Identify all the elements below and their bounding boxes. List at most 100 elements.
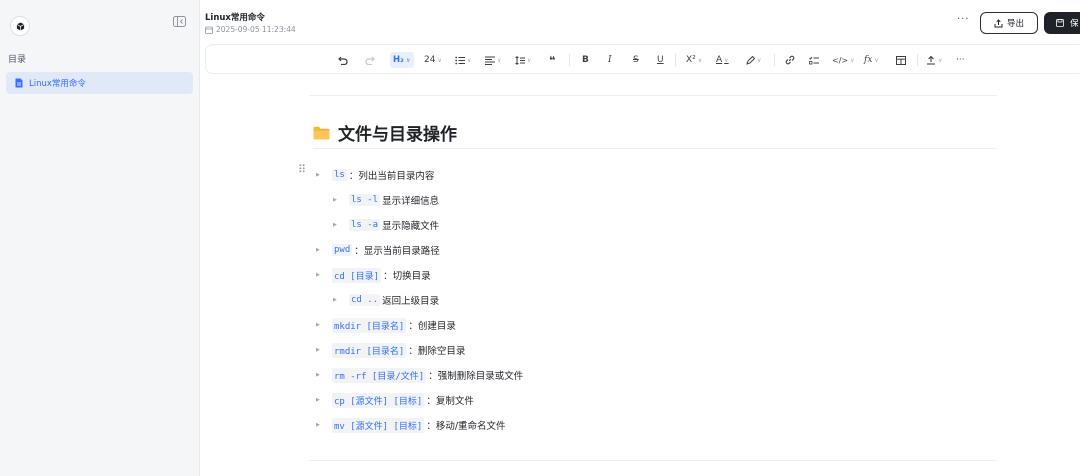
save-label: 保 [1070, 19, 1079, 29]
more-options-button[interactable]: ··· [957, 14, 970, 25]
collapse-sidebar-icon[interactable] [172, 15, 187, 28]
heading-underline [313, 148, 997, 149]
inline-code: ls [332, 169, 347, 181]
list-item-text: ：创建目录 [408, 321, 456, 332]
list-item-text: 返回上级目录 [382, 296, 440, 307]
list-item-text: ：显示当前目录路径 [354, 246, 440, 257]
line-height-icon [515, 55, 525, 65]
chevron-down-icon: ∨ [405, 56, 411, 64]
list-item: ▶ mkdir [目录名] ：创建目录 [316, 317, 456, 333]
list-item: ▶ rm -rf [目录/文件] ：强制删除目录或文件 [316, 367, 523, 383]
sidebar-item-linux-commands[interactable]: Linux常用命令 [6, 72, 193, 94]
list-item: ▶ mv [源文件] [目标] ：移动/重命名文件 [316, 417, 506, 433]
chevron-down-icon: ∨ [938, 56, 943, 64]
bullet-triangle-icon[interactable]: ▶ [316, 247, 332, 253]
bullet-triangle-icon[interactable]: ▶ [316, 172, 332, 178]
chevron-down-icon: ∨ [724, 56, 729, 64]
list-item: ▶ ls -a 显示隐藏文件 [333, 217, 439, 233]
app-logo-icon[interactable] [10, 16, 30, 36]
link-icon [785, 55, 795, 65]
bullet-triangle-icon[interactable]: ▶ [333, 222, 349, 228]
highlight-dropdown[interactable]: ∨ [746, 52, 761, 68]
export-button[interactable]: 导出 [980, 12, 1038, 34]
strikethrough-icon: S [633, 55, 639, 65]
font-color-icon: A [716, 55, 723, 65]
list-item-text: ：移动/重命名文件 [426, 421, 506, 432]
document-timestamp: 2025-09-05 11:23:44 [216, 25, 296, 34]
sidebar: 目录 Linux常用命令 [0, 0, 200, 476]
inline-code: ls -l [349, 194, 381, 206]
toolbar-divider [774, 54, 775, 66]
save-button[interactable]: 保 [1044, 12, 1080, 34]
bullet-triangle-icon[interactable]: ▶ [316, 397, 332, 403]
chevron-down-icon: ∨ [697, 56, 703, 64]
list-item: ▶ rmdir [目录名] ：删除空目录 [316, 342, 465, 358]
document-icon [15, 78, 23, 88]
insert-dropdown[interactable]: ∨ [926, 52, 942, 68]
table-button[interactable] [896, 52, 906, 68]
task-list-button[interactable] [809, 52, 819, 68]
sidebar-item-label: Linux常用命令 [29, 79, 86, 89]
link-button[interactable] [785, 52, 795, 68]
heading-dropdown[interactable]: H₂ ∨ [390, 52, 414, 68]
export-label: 导出 [1006, 19, 1024, 29]
italic-button[interactable]: I [608, 52, 612, 68]
formula-dropdown[interactable]: fx ∨ [864, 52, 879, 68]
upload-icon [927, 55, 935, 65]
list-item-text: ：复制文件 [426, 396, 474, 407]
list-item-text: ：强制删除目录或文件 [428, 371, 524, 382]
chevron-down-icon: ∨ [497, 56, 502, 64]
task-list-icon [809, 56, 819, 64]
export-icon [994, 18, 1003, 27]
italic-icon: I [608, 55, 612, 65]
list-item-text: 显示详细信息 [382, 196, 440, 207]
list-item-text: ：删除空目录 [408, 346, 466, 357]
bold-button[interactable]: B [582, 52, 589, 68]
drag-handle-icon[interactable]: ⠿ [298, 164, 306, 175]
superscript-icon: X² [686, 55, 696, 65]
bullet-triangle-icon[interactable]: ▶ [333, 297, 349, 303]
toolbar-divider [917, 54, 918, 66]
chevron-down-icon: ∨ [467, 56, 472, 64]
font-color-dropdown[interactable]: A ∨ [716, 52, 729, 68]
bullet-triangle-icon[interactable]: ▶ [316, 272, 332, 278]
folder-icon [313, 126, 330, 139]
inline-code: cd [目录] [332, 267, 382, 283]
highlighter-icon [746, 55, 755, 65]
inline-code: cp [源文件] [目标] [332, 392, 425, 408]
bullet-triangle-icon[interactable]: ▶ [316, 322, 332, 328]
list-item: ▶ ls ：列出当前目录内容 [316, 167, 434, 183]
bullet-triangle-icon[interactable]: ▶ [316, 347, 332, 353]
list-item: ▶ cd [目录] ：切换目录 [316, 267, 431, 283]
toolbar-divider [569, 54, 570, 66]
underline-icon: U [657, 55, 664, 65]
inline-code: mkdir [目录名] [332, 317, 407, 333]
list-item-text: ：切换目录 [383, 271, 431, 282]
content-divider [309, 460, 997, 461]
table-icon [896, 55, 906, 65]
redo-icon [365, 56, 375, 65]
superscript-dropdown[interactable]: X² ∨ [686, 52, 702, 68]
bullet-triangle-icon[interactable]: ▶ [333, 197, 349, 203]
undo-icon [338, 56, 348, 65]
bullet-triangle-icon[interactable]: ▶ [316, 422, 332, 428]
bullet-list-button[interactable]: ∨ [455, 52, 471, 68]
code-dropdown[interactable]: </> ∨ [832, 52, 855, 68]
align-button[interactable]: ∨ [485, 52, 501, 68]
font-size-dropdown[interactable]: 24 ∨ [424, 52, 442, 68]
section-heading-text: 文件与目录操作 [338, 125, 457, 145]
inline-code: cd .. [349, 294, 381, 306]
underline-button[interactable]: U [657, 52, 664, 68]
bold-icon: B [582, 55, 589, 65]
inline-code: rm -rf [目录/文件] [332, 367, 427, 383]
toolbar-divider [675, 54, 676, 66]
undo-button[interactable] [336, 52, 350, 68]
line-height-button[interactable]: ∨ [515, 52, 531, 68]
strikethrough-button[interactable]: S [633, 52, 639, 68]
redo-button[interactable] [363, 52, 377, 68]
editor-toolbar: H₂ ∨ 24 ∨ ∨ ∨ ∨ ❝ B I S U X² ∨ A ∨ ∨ </> ∨ fx… [205, 44, 1080, 74]
quote-button[interactable]: ❝ [549, 52, 555, 68]
calendar-icon [205, 26, 213, 34]
toolbar-more-button[interactable]: ··· [956, 52, 965, 68]
bullet-triangle-icon[interactable]: ▶ [316, 372, 332, 378]
